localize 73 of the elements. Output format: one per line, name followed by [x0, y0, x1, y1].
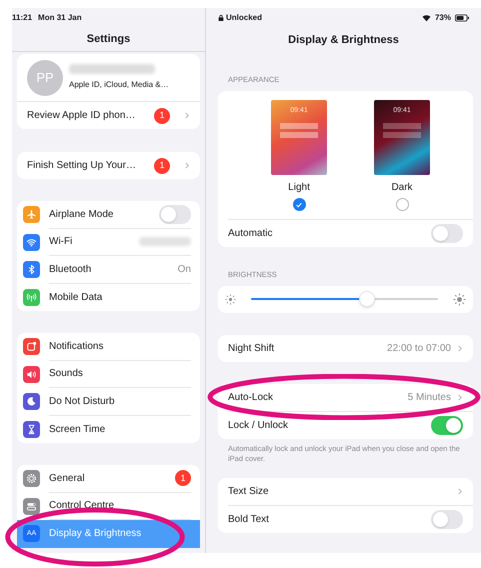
notification-badge: 1: [154, 158, 170, 174]
notification-preview: [280, 122, 318, 129]
toggle-switch[interactable]: [431, 416, 463, 435]
chevron-icon: [457, 394, 463, 401]
battery-percent: 73%: [434, 12, 451, 24]
status-time: 11:21: [12, 12, 32, 24]
lock-status: Unlocked: [226, 12, 264, 24]
row-label: Mobile Data: [49, 290, 104, 305]
sidebar-item[interactable]: Wi-Fi: [17, 228, 200, 256]
sidebar-item[interactable]: Notifications: [17, 333, 200, 360]
notification-preview: [280, 132, 318, 138]
toggle-switch[interactable]: [431, 510, 463, 529]
notification-badge: 1: [175, 470, 191, 486]
lock-icon: [218, 14, 224, 22]
row-label: Wi-Fi: [49, 235, 74, 250]
row-label: Screen Time: [49, 422, 106, 437]
profile-subtitle: Apple ID, iCloud, Media &…: [69, 79, 169, 91]
slider-thumb[interactable]: [358, 291, 375, 307]
row-label: Night Shift: [228, 342, 276, 356]
radio-button[interactable]: [292, 198, 306, 212]
row-label: Lock / Unlock: [228, 418, 290, 433]
row-value: On: [178, 262, 191, 277]
profile-row[interactable]: PP Apple ID, iCloud, Media &…: [17, 54, 200, 102]
row-label: Airplane Mode: [49, 208, 114, 222]
checkmark-icon: [295, 200, 303, 209]
row-value: 22:00 to 07:00: [387, 342, 451, 356]
row-label: Automatic: [228, 227, 274, 242]
row-label: Do Not Disturb: [49, 394, 116, 409]
settings-row[interactable]: Night Shift 22:00 to 07:00: [228, 334, 473, 362]
sidebar-item[interactable]: Airplane Mode: [17, 201, 200, 228]
row-label: Text Size: [228, 484, 270, 499]
row-label: Notifications: [49, 340, 104, 354]
chevron-icon: [184, 112, 190, 119]
row-label: Finish Setting Up Your…: [27, 159, 137, 173]
row-label: Bluetooth: [49, 262, 92, 277]
page-title: Display & Brightness: [287, 32, 400, 48]
toggle-switch[interactable]: [431, 224, 463, 244]
sidebar-item[interactable]: General 1: [17, 465, 200, 492]
sun-icon: [225, 294, 236, 304]
row-label: Sounds: [49, 367, 84, 382]
row-label: Display & Brightness: [49, 527, 142, 542]
radio-button[interactable]: [396, 198, 408, 212]
settings-row[interactable]: Bold Text: [228, 506, 473, 533]
row-label: Bold Text: [228, 512, 270, 527]
notification-badge: 1: [154, 108, 170, 124]
sun-icon: [453, 292, 466, 306]
avatar: PP: [27, 60, 63, 96]
notification-preview: [383, 122, 421, 129]
blurred-network-name: [139, 237, 191, 246]
notification-preview: [383, 132, 421, 138]
row-label: Auto-Lock: [228, 390, 274, 405]
battery-icon: [455, 14, 469, 22]
sidebar-item[interactable]: Do Not Disturb: [17, 388, 200, 416]
row-label: General: [49, 472, 86, 486]
sidebar-item[interactable]: Screen Time: [17, 416, 200, 443]
chevron-icon: [457, 488, 463, 495]
wifi-signal-icon: [422, 14, 431, 22]
sidebar-item[interactable]: Bluetooth On: [17, 256, 200, 284]
row-label: Review Apple ID phon…: [27, 109, 136, 123]
sidebar-item[interactable]: Sounds: [17, 360, 200, 388]
settings-row[interactable]: Automatic: [218, 220, 473, 248]
sidebar-item[interactable]: Mobile Data: [17, 284, 200, 311]
status-date: Mon 31 Jan: [38, 12, 82, 24]
theme-label: Light: [288, 181, 310, 196]
settings-row[interactable]: Review Apple ID phon… 1: [17, 102, 200, 129]
theme-label: Dark: [391, 181, 413, 196]
settings-row[interactable]: Finish Setting Up Your… 1: [17, 152, 200, 179]
chevron-icon: [457, 344, 463, 352]
toggle-switch[interactable]: [159, 204, 191, 224]
chevron-icon: [184, 162, 190, 169]
settings-row[interactable]: Text Size: [228, 478, 473, 506]
row-value: 5 Minutes: [408, 390, 451, 405]
settings-row[interactable]: Lock / Unlock: [228, 412, 473, 439]
